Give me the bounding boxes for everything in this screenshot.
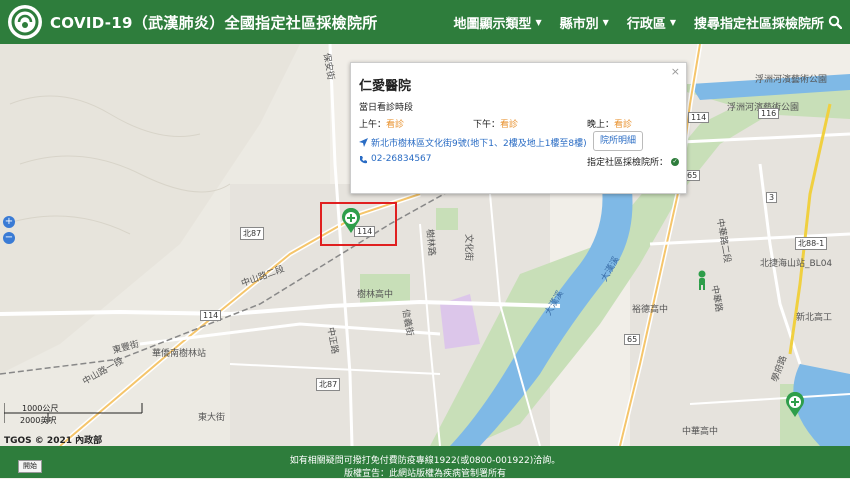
map-label-station: 北捷海山站_BL04 <box>760 259 833 269</box>
clinic-address[interactable]: 新北市樹林區文化街9號(地下1、2樓及地上1樓至8樓) <box>359 136 587 149</box>
footer-hotline: 如有相關疑問可撥打免付費防疫專線1922(或0800-001922)洽詢。 <box>289 456 561 466</box>
evening-hours: 晚上：看診 <box>587 117 632 130</box>
nav-map-type-label: 地圖顯示類型 <box>453 16 532 32</box>
main-nav: 地圖顯示類型 ▼ 縣市別 ▼ 行政區 ▼ 搜尋指定社區採檢院所 <box>453 0 842 44</box>
nav-search-label: 搜尋指定社區採檢院所 <box>693 16 824 32</box>
phone-icon <box>360 155 367 163</box>
nav-district[interactable]: 行政區 ▼ <box>627 13 676 32</box>
caret-down-icon: ▼ <box>669 17 676 27</box>
designated-status: 指定社區採檢院所： ✓ <box>587 155 680 168</box>
clinic-marker-icon[interactable] <box>785 392 805 418</box>
road-shield: 北88-1 <box>795 237 828 250</box>
nav-search[interactable]: 搜尋指定社區採檢院所 <box>694 13 842 32</box>
clinic-phone[interactable]: 02-26834567 <box>359 154 432 164</box>
pegman-icon[interactable] <box>696 270 708 290</box>
hours-heading: 當日看診時段 <box>359 103 414 113</box>
zoom-controls: + − <box>3 216 15 244</box>
road-shield: 65 <box>624 334 641 345</box>
road-shield: 北87 <box>316 378 341 391</box>
clinic-phone-text: 02-26834567 <box>371 154 432 164</box>
afternoon-hours: 下午：看診 <box>473 117 518 130</box>
map-label-station: 華僑南樹林站 <box>152 349 207 359</box>
clinic-address-text: 新北市樹林區文化街9號(地下1、2樓及地上1樓至8樓) <box>371 139 587 149</box>
close-icon[interactable]: × <box>671 65 680 78</box>
nav-county[interactable]: 縣市別 ▼ <box>560 13 609 32</box>
top-header: COVID-19（武漢肺炎）全國指定社區採檢院所 地圖顯示類型 ▼ 縣市別 ▼ … <box>0 0 850 44</box>
map-label-park: 浮洲河濱藝術公園 <box>755 75 828 85</box>
road-shield: 3 <box>766 192 778 203</box>
cdc-logo[interactable] <box>8 5 42 39</box>
morning-value: 看診 <box>386 120 405 130</box>
scale-imperial: 2000英呎 <box>20 416 57 425</box>
map-label-road: 文化街 <box>463 233 474 262</box>
map-label-school: 新北高工 <box>796 313 833 323</box>
evening-label: 晚上： <box>587 120 615 130</box>
nav-map-type[interactable]: 地圖顯示類型 ▼ <box>453 13 541 32</box>
navigation-arrow-icon <box>359 138 368 147</box>
check-icon: ✓ <box>671 157 680 166</box>
caret-down-icon: ▼ <box>535 17 542 27</box>
afternoon-label: 下午： <box>473 120 501 130</box>
cdc-logo-icon <box>11 8 39 36</box>
clinic-name: 仁愛醫院 <box>359 79 412 94</box>
caret-down-icon: ▼ <box>602 17 609 27</box>
scale-metric: 1000公尺 <box>22 404 59 413</box>
clinic-info-popup: × 仁愛醫院 當日看診時段 上午：看診 下午：看診 晚上：看診 新北市樹林區文化… <box>350 62 687 194</box>
nav-county-label: 縣市別 <box>559 16 599 32</box>
road-shield: 114 <box>688 112 710 123</box>
nav-district-label: 行政區 <box>626 16 666 32</box>
footer-copyright: 版權宣告：此網站版權為疾病管制署所有 <box>343 469 506 479</box>
evening-value: 看診 <box>614 120 633 130</box>
map-label-road: 東大街 <box>198 413 226 423</box>
road-shield: 114 <box>200 310 222 321</box>
search-icon <box>828 15 842 29</box>
clinic-marker-icon[interactable] <box>341 208 361 234</box>
map-label-school: 中華高中 <box>682 427 719 437</box>
map-label-road: 樹林路 <box>423 228 437 257</box>
zoom-in-button[interactable]: + <box>3 216 15 228</box>
designated-label: 指定社區採檢院所： <box>587 158 669 168</box>
road-shield: 116 <box>758 108 780 119</box>
zoom-out-button[interactable]: − <box>3 232 15 244</box>
map-label-school: 裕德高中 <box>632 305 669 315</box>
page-footer: 開始 如有相關疑問可撥打免付費防疫專線1922(或0800-001922)洽詢。… <box>0 446 850 479</box>
map-copyright: TGOS © 2021 內政部 <box>4 436 103 446</box>
afternoon-value: 看診 <box>500 120 519 130</box>
morning-label: 上午： <box>359 120 387 130</box>
morning-hours: 上午：看診 <box>359 117 404 130</box>
map-label-school: 樹林高中 <box>357 290 394 300</box>
clinic-detail-button[interactable]: 院所明細 <box>593 131 643 151</box>
site-title: COVID-19（武漢肺炎）全國指定社區採檢院所 <box>50 13 378 32</box>
road-shield: 北87 <box>240 227 265 240</box>
